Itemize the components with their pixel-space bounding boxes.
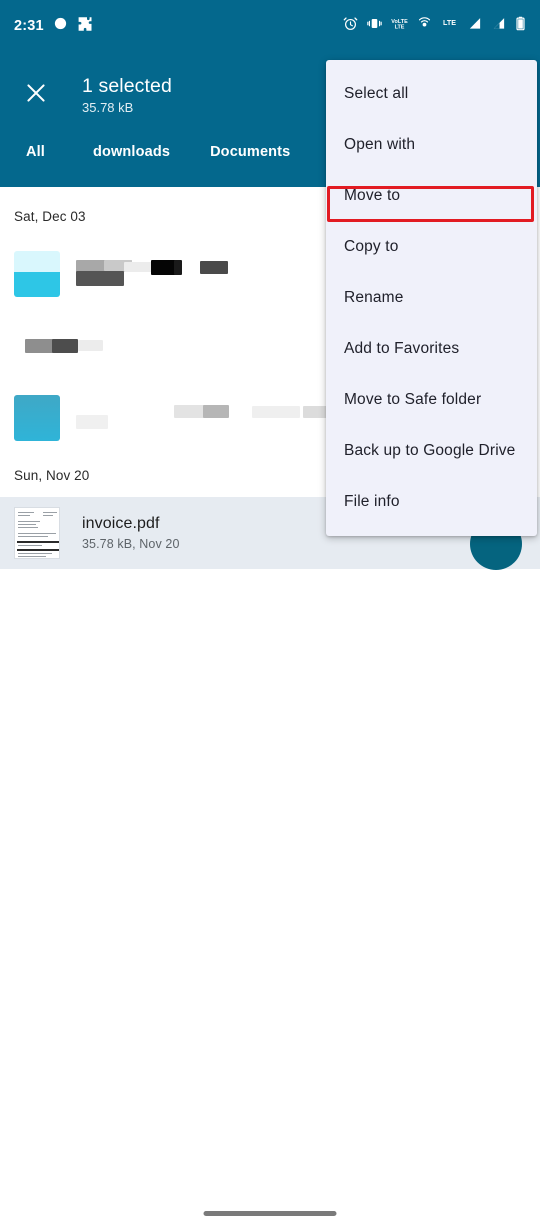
phone-screen: 2:31 VoLTE LTE LTE 1 selected 35.78 kB A… xyxy=(0,0,540,1230)
file-meta: invoice.pdf 35.78 kB, Nov 20 xyxy=(82,515,180,551)
vibrate-icon xyxy=(367,16,382,36)
signal-2-icon xyxy=(491,16,506,36)
menu-item-move-to-safe-folder[interactable]: Move to Safe folder xyxy=(326,374,537,425)
file-subtitle: 35.78 kB, Nov 20 xyxy=(82,537,180,551)
battery-icon xyxy=(515,16,526,36)
record-dot-icon xyxy=(53,16,68,36)
selection-title-block: 1 selected 35.78 kB xyxy=(82,75,172,116)
redaction-block xyxy=(174,260,182,275)
redaction-block xyxy=(200,261,228,274)
menu-item-file-info[interactable]: File info xyxy=(326,476,537,527)
menu-item-label: Rename xyxy=(344,288,404,306)
volte-icon: VoLTE LTE xyxy=(391,16,408,36)
hotspot-icon xyxy=(417,16,432,36)
empty-area xyxy=(0,576,540,1230)
menu-item-label: File info xyxy=(344,492,400,510)
active-tab-indicator xyxy=(217,189,284,193)
menu-item-label: Back up to Google Drive xyxy=(344,441,516,459)
svg-text:LTE: LTE xyxy=(443,19,456,27)
menu-item-label: Open with xyxy=(344,135,416,153)
alarm-icon xyxy=(343,16,358,36)
menu-item-move-to[interactable]: Move to xyxy=(326,170,537,221)
redaction-block xyxy=(124,262,152,272)
menu-item-rename[interactable]: Rename xyxy=(326,272,537,323)
menu-item-label: Select all xyxy=(344,84,409,102)
signal-1-icon xyxy=(467,16,482,36)
selection-size-subtitle: 35.78 kB xyxy=(82,99,134,115)
selection-count-title: 1 selected xyxy=(82,74,172,97)
menu-item-select-all[interactable]: Select all xyxy=(326,68,537,119)
status-clock: 2:31 xyxy=(14,18,44,34)
menu-item-label: Move to Safe folder xyxy=(344,390,482,408)
tab-documents[interactable]: Documents xyxy=(202,144,298,193)
overflow-menu: Select all Open with Move to Copy to Ren… xyxy=(326,60,537,536)
puzzle-icon xyxy=(77,16,93,37)
menu-item-add-to-favorites[interactable]: Add to Favorites xyxy=(326,323,537,374)
redaction-block xyxy=(25,339,53,353)
tab-documents-label: Documents xyxy=(210,144,291,160)
tab-all-label: All xyxy=(26,144,45,160)
redaction-block xyxy=(252,406,300,418)
home-gesture-pill[interactable] xyxy=(203,1211,337,1216)
redaction-block xyxy=(76,271,124,286)
file-thumbnail xyxy=(14,395,60,441)
menu-item-label: Copy to xyxy=(344,237,399,255)
lte-icon: LTE xyxy=(441,16,458,36)
redaction-block xyxy=(174,405,206,418)
menu-item-open-with[interactable]: Open with xyxy=(326,119,537,170)
file-name: invoice.pdf xyxy=(82,515,160,532)
redaction-block xyxy=(52,339,78,353)
menu-item-label: Add to Favorites xyxy=(344,339,460,357)
menu-item-copy-to[interactable]: Copy to xyxy=(326,221,537,272)
menu-item-backup-google-drive[interactable]: Back up to Google Drive xyxy=(326,425,537,476)
tab-downloads-label: downloads xyxy=(92,144,171,160)
menu-item-label: Move to xyxy=(344,186,401,204)
redaction-block xyxy=(76,415,108,429)
tab-downloads[interactable]: downloads xyxy=(85,144,178,187)
pdf-thumbnail-icon xyxy=(14,507,60,559)
svg-text:LTE: LTE xyxy=(395,25,405,31)
status-bar-left: 2:31 xyxy=(14,16,93,37)
close-icon xyxy=(23,80,49,111)
status-bar: 2:31 VoLTE LTE LTE xyxy=(0,0,540,52)
tab-all[interactable]: All xyxy=(18,144,53,187)
status-bar-right: VoLTE LTE LTE xyxy=(343,16,526,36)
close-selection-button[interactable] xyxy=(8,67,64,123)
redaction-block xyxy=(78,340,103,351)
redaction-block xyxy=(203,405,229,418)
file-thumbnail xyxy=(14,251,60,297)
